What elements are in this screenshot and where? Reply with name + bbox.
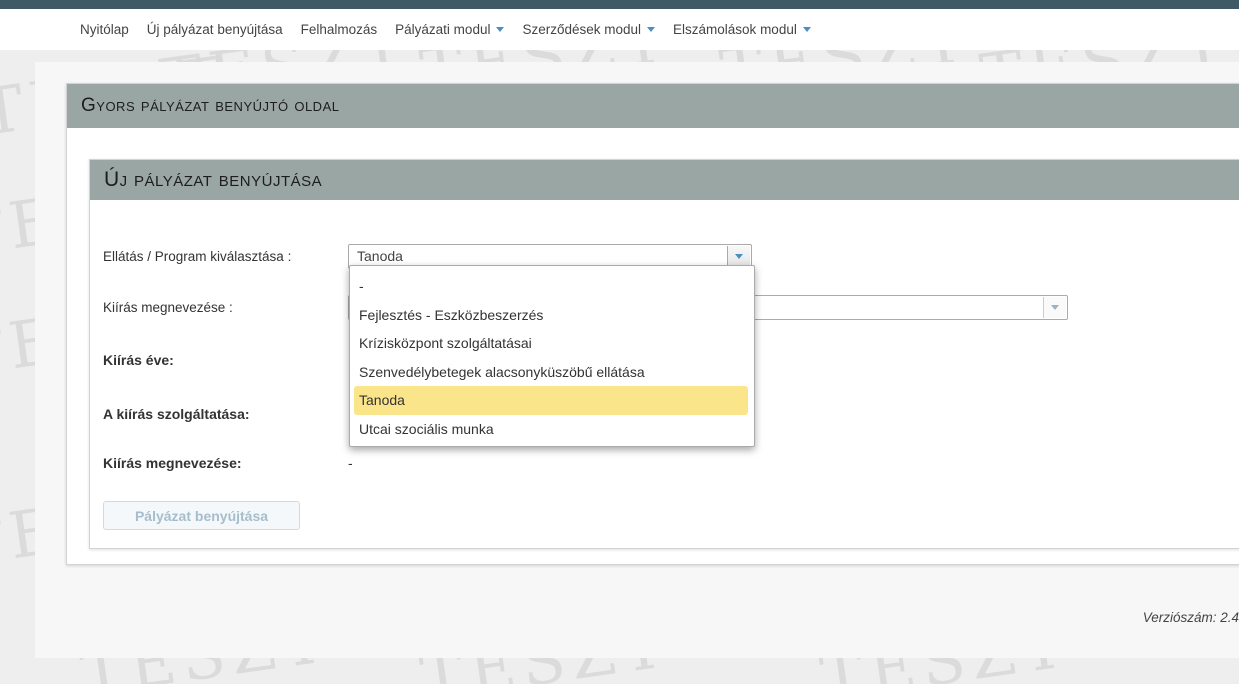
caret-down-icon [647, 27, 656, 32]
dropdown-option[interactable]: Szenvedélybetegek alacsonyküszöbű ellátá… [354, 358, 748, 387]
caret-down-icon [802, 27, 811, 32]
submit-application-button[interactable]: Pályázat benyújtása [103, 501, 300, 530]
main-panel-header: Gyors pályázat benyújtó oldal [67, 84, 1239, 128]
new-application-header: Új pályázat benyújtása [90, 160, 1239, 200]
nav-item-elszamolasok-modul[interactable]: Elszámolások modul [673, 22, 811, 37]
year-label: Kiírás éve: [103, 352, 174, 368]
chevron-down-icon [735, 254, 743, 259]
dropdown-option[interactable]: Utcai szociális munka [354, 415, 748, 444]
kiiras-select-toggle[interactable] [1043, 297, 1066, 318]
form-title: Új pályázat benyújtása [104, 168, 323, 191]
top-stripe [0, 0, 1239, 9]
dropdown-option[interactable]: - [354, 272, 748, 301]
dropdown-option[interactable]: Tanoda [354, 386, 748, 415]
nav-item-palyazati-modul[interactable]: Pályázati modul [395, 22, 505, 37]
nav-label: Új pályázat benyújtása [146, 22, 283, 37]
dropdown-option[interactable]: Krízisközpont szolgáltatásai [354, 329, 748, 358]
nav-item-szerzodesek-modul[interactable]: Szerződések modul [522, 22, 656, 37]
nav-label: Nyitólap [80, 22, 129, 37]
name-label: Kiírás megnevezése: [103, 455, 242, 471]
program-dropdown-list: - Fejlesztés - Eszközbeszerzés Krízisköz… [349, 265, 755, 447]
service-label: A kiírás szolgáltatása: [103, 406, 250, 422]
program-select-toggle[interactable] [727, 246, 750, 267]
nav-item-felhalmozas[interactable]: Felhalmozás [301, 22, 378, 37]
version-number: Verziószám: 2.4 [1142, 610, 1239, 625]
nav-item-uj-palyazat[interactable]: Új pályázat benyújtása [147, 22, 283, 37]
name-value: - [348, 455, 353, 471]
program-select-value: Tanoda [357, 248, 403, 264]
dropdown-option[interactable]: Fejlesztés - Eszközbeszerzés [354, 301, 748, 330]
chevron-down-icon [1051, 305, 1059, 310]
nav-label: Pályázati modul [395, 22, 491, 37]
nav-label: Szerződések modul [522, 22, 642, 37]
top-navbar: Nyitólap Új pályázat benyújtása Felhalmo… [0, 9, 1239, 50]
program-label: Ellátás / Program kiválasztása : [103, 249, 292, 264]
kiiras-label: Kiírás megnevezése : [103, 300, 233, 315]
nav-label: Felhalmozás [300, 22, 378, 37]
page-title: Gyors pályázat benyújtó oldal [81, 95, 340, 116]
nav-item-nyitolap[interactable]: Nyitólap [80, 22, 129, 37]
caret-down-icon [496, 27, 505, 32]
nav-label: Elszámolások modul [673, 22, 797, 37]
